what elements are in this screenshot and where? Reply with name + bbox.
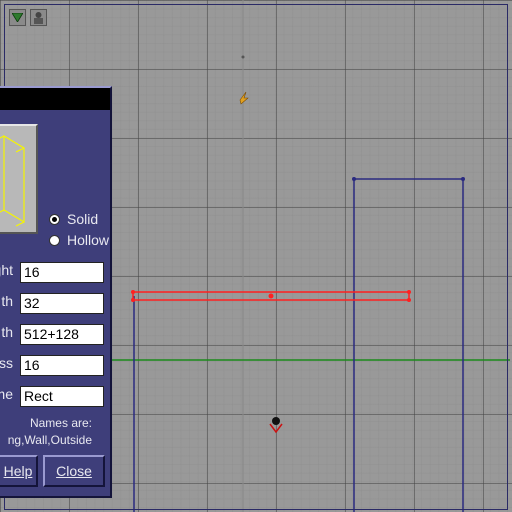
brush-builder-dialog: Solid Hollow ght 16 th 32 th 512+128 ss … (0, 86, 112, 498)
builder-brush-icon[interactable] (30, 9, 47, 26)
brush-preview (0, 124, 38, 234)
radio-solid[interactable]: Solid (49, 210, 98, 228)
light-actor-icon (239, 91, 249, 105)
brush-outline (353, 178, 464, 512)
radio-solid-button[interactable] (49, 213, 60, 225)
depth-field[interactable]: 512+128 (20, 324, 104, 345)
group-name-field[interactable]: Rect (20, 386, 104, 407)
close-button[interactable]: Close (43, 455, 105, 487)
radio-hollow-button[interactable] (49, 234, 60, 246)
thickness-field[interactable]: 16 (20, 355, 104, 376)
help-button[interactable]: Help (0, 455, 38, 487)
help-button-label: Help (3, 463, 33, 479)
group-name-label: me (0, 386, 13, 402)
height-field[interactable]: 16 (20, 262, 104, 283)
names-hint-line1: Names are: (29, 416, 92, 430)
names-hint-line2: ng,Wall,Outside (7, 433, 92, 447)
radio-hollow[interactable]: Hollow (49, 231, 109, 249)
radio-solid-label: Solid (67, 211, 99, 227)
close-button-label: Close (56, 463, 92, 479)
depth-label: th (1, 324, 13, 340)
dialog-title-bar[interactable] (0, 88, 110, 110)
player-start-icon (269, 417, 283, 434)
radio-hollow-label: Hollow (67, 232, 110, 248)
dropdown-arrow-icon[interactable] (9, 9, 26, 26)
thickness-label: ss (0, 355, 13, 371)
pivot-dot (241, 55, 245, 59)
width-label: th (1, 293, 13, 309)
height-label: ght (0, 262, 13, 278)
width-field[interactable]: 32 (20, 293, 104, 314)
